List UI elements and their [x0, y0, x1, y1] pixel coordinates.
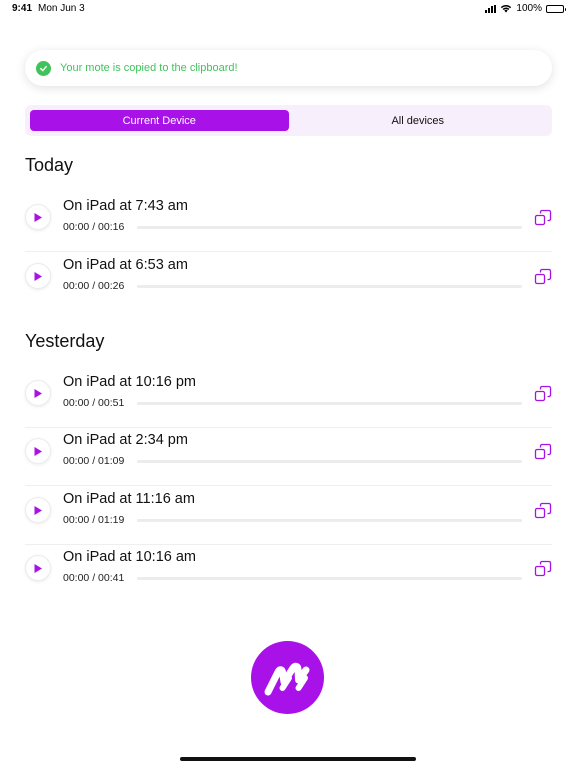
tab-all-devices[interactable]: All devices: [289, 110, 548, 131]
copy-icon[interactable]: [534, 502, 552, 520]
mote-logo-icon: [264, 662, 309, 695]
recording-row: On iPad at 11:16 am 00:00 / 01:19: [25, 487, 552, 545]
status-date: Mon Jun 3: [38, 3, 85, 14]
play-icon: [34, 388, 42, 398]
recording-row: On iPad at 2:34 pm 00:00 / 01:09: [25, 428, 552, 486]
play-icon: [34, 446, 42, 456]
status-indicators: 100%: [485, 3, 566, 14]
recording-title: On iPad at 10:16 am: [63, 549, 196, 565]
play-button[interactable]: [25, 438, 51, 464]
battery-percent: 100%: [516, 3, 542, 14]
recording-title: On iPad at 7:43 am: [63, 198, 188, 214]
wifi-icon: [501, 4, 512, 13]
play-button[interactable]: [25, 555, 51, 581]
recording-time: 00:00 / 00:16: [63, 221, 125, 233]
recording-progress-bar[interactable]: [137, 226, 522, 229]
battery-icon: [546, 4, 566, 13]
recording-progress-bar[interactable]: [137, 460, 522, 463]
checkmark-icon: [36, 60, 51, 76]
recording-title: On iPad at 11:16 am: [63, 491, 195, 507]
play-button[interactable]: [25, 380, 51, 406]
status-time: 9:41: [12, 3, 33, 14]
recording-title: On iPad at 6:53 am: [63, 257, 188, 273]
recording-title: On iPad at 10:16 pm: [63, 374, 196, 390]
row-divider: [25, 251, 552, 252]
play-icon: [34, 212, 42, 222]
section-title-today: Today: [25, 155, 74, 175]
play-icon: [34, 505, 42, 515]
play-icon: [34, 271, 42, 281]
toast-message: Your mote is copied to the clipboard!: [60, 62, 238, 74]
play-button[interactable]: [25, 204, 51, 230]
recording-progress-bar[interactable]: [137, 519, 522, 522]
copy-icon[interactable]: [534, 268, 552, 286]
recording-time: 00:00 / 00:41: [63, 572, 125, 584]
device-filter-tabs: Current Device All devices: [25, 105, 552, 136]
recording-time: 00:00 / 00:51: [63, 397, 125, 409]
play-button[interactable]: [25, 263, 51, 289]
copy-icon[interactable]: [534, 560, 552, 578]
recording-row: On iPad at 10:16 am 00:00 / 00:41: [25, 545, 552, 603]
recording-row: On iPad at 10:16 pm 00:00 / 00:51: [25, 370, 552, 428]
recording-time: 00:00 / 00:26: [63, 280, 125, 292]
recording-time: 00:00 / 01:09: [63, 455, 125, 467]
recording-progress-bar[interactable]: [137, 577, 522, 580]
cellular-signal-icon: [485, 4, 497, 13]
copy-icon[interactable]: [534, 385, 552, 403]
clipboard-toast: Your mote is copied to the clipboard!: [25, 50, 552, 86]
record-button[interactable]: [251, 641, 324, 714]
recording-row: On iPad at 7:43 am 00:00 / 00:16: [25, 194, 552, 252]
row-divider: [25, 485, 552, 486]
home-indicator[interactable]: [180, 757, 416, 761]
play-icon: [34, 563, 42, 573]
copy-icon[interactable]: [534, 443, 552, 461]
recording-progress-bar[interactable]: [137, 285, 522, 288]
status-bar: 9:41 Mon Jun 3 100%: [0, 0, 576, 20]
tab-current-device[interactable]: Current Device: [30, 110, 289, 131]
copy-icon[interactable]: [534, 209, 552, 227]
recording-title: On iPad at 2:34 pm: [63, 432, 188, 448]
section-title-yesterday: Yesterday: [25, 331, 105, 351]
recording-time: 00:00 / 01:19: [63, 514, 125, 526]
recording-progress-bar[interactable]: [137, 402, 522, 405]
recording-row: On iPad at 6:53 am 00:00 / 00:26: [25, 253, 552, 311]
play-button[interactable]: [25, 497, 51, 523]
